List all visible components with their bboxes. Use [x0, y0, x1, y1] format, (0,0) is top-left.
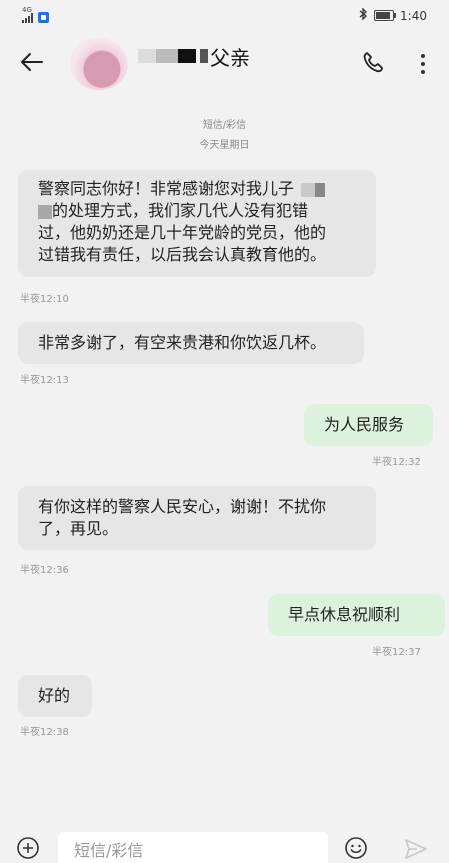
more-options-button[interactable] — [413, 48, 433, 76]
message-timestamp: 半夜12:13 — [20, 375, 69, 386]
send-icon — [405, 839, 427, 859]
status-right: 1:40 — [359, 7, 427, 23]
incoming-message-bubble[interactable]: 警察同志你好！非常感谢您对我儿子 的处理方式，我们家几代人没有犯错 过，他奶奶还… — [18, 170, 376, 277]
add-circle-icon — [17, 837, 39, 859]
redacted-text-block — [38, 204, 52, 219]
message-timestamp: 半夜12:36 — [20, 565, 69, 576]
incoming-message-bubble[interactable]: 非常多谢了，有空来贵港和你饮返几杯。 — [18, 322, 364, 364]
battery-icon — [374, 10, 397, 21]
conversation-header: 父亲 — [0, 34, 449, 96]
message-timestamp: 半夜12:10 — [20, 294, 69, 305]
status-bar: 4G 1:40 — [0, 0, 449, 34]
message-text: 为人民服务 — [324, 415, 405, 434]
outgoing-message-bubble[interactable]: 早点休息祝顺利 — [268, 594, 445, 636]
send-button[interactable] — [404, 838, 428, 860]
day-label: 今天星期日 — [199, 140, 250, 151]
contact-avatar[interactable] — [70, 38, 128, 90]
message-line: 的处理方式，我们家几代人没有犯错 — [38, 200, 356, 222]
incoming-message-bubble[interactable]: 有你这样的警察人民安心，谢谢！不扰你 了，再见。 — [18, 486, 376, 550]
redacted-name-block — [138, 48, 208, 64]
back-button[interactable] — [18, 48, 46, 76]
message-line: 有你这样的警察人民安心，谢谢！不扰你 — [38, 497, 327, 516]
message-input[interactable] — [58, 832, 328, 863]
message-timestamp: 半夜12:37 — [372, 647, 421, 658]
outgoing-message-bubble[interactable]: 为人民服务 — [304, 404, 433, 446]
status-time: 1:40 — [400, 8, 427, 23]
message-timestamp: 半夜12:32 — [372, 457, 421, 468]
message-line: 了，再见。 — [38, 519, 119, 538]
message-text: 警察同志你好！非常感谢您对我儿子 — [38, 179, 295, 198]
incoming-message-bubble[interactable]: 好的 — [18, 675, 92, 717]
message-text: 好的 — [38, 686, 71, 705]
phone-icon — [363, 52, 383, 73]
emoji-button[interactable] — [344, 836, 368, 860]
sms-conversation-screen: 4G 1:40 父亲 短信/彩信 今天星期日 警察同志你好！非常感谢您对我儿子 … — [0, 0, 449, 863]
app-notification-icon — [38, 11, 49, 23]
call-button[interactable] — [359, 48, 387, 76]
redacted-text-block — [301, 182, 316, 197]
contact-title[interactable]: 父亲 — [138, 42, 250, 70]
message-line: 过错我有责任，以后我会认真教育他的。 — [38, 245, 327, 264]
status-left: 4G — [22, 6, 49, 23]
message-text: 非常多谢了，有空来贵港和你饮返几杯。 — [38, 333, 327, 352]
emoji-icon — [345, 837, 367, 859]
contact-name: 父亲 — [210, 45, 250, 70]
message-line: 警察同志你好！非常感谢您对我儿子 — [38, 178, 356, 200]
message-line: 过，他奶奶还是几十年党龄的党员，他的 — [38, 223, 327, 242]
message-text: 早点休息祝顺利 — [288, 605, 401, 624]
network-type-label: 4G — [22, 6, 32, 14]
message-timestamp: 半夜12:38 — [20, 727, 69, 738]
battery-level-fill — [376, 12, 390, 19]
signal-strength-icon — [22, 13, 33, 23]
bluetooth-icon — [359, 7, 368, 23]
message-text: 的处理方式，我们家几代人没有犯错 — [52, 201, 309, 220]
back-arrow-icon — [21, 53, 43, 71]
more-vertical-icon — [413, 48, 433, 74]
redacted-text-block — [315, 182, 326, 197]
channel-label: 短信/彩信 — [202, 120, 247, 131]
message-input-bar — [0, 826, 449, 863]
add-attachment-button[interactable] — [16, 836, 40, 860]
